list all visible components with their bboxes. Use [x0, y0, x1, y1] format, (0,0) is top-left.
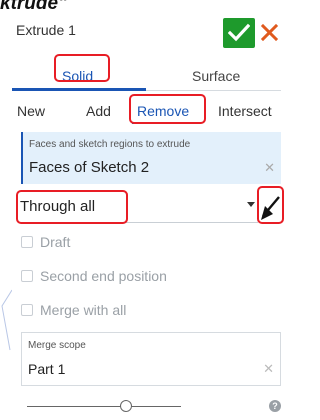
draft-label: Draft	[40, 234, 71, 250]
slider-track[interactable]	[27, 406, 181, 407]
close-icon[interactable]: ✕	[264, 160, 275, 176]
operation-intersect[interactable]: Intersect	[218, 103, 272, 119]
close-icon[interactable]: ✕	[263, 361, 274, 377]
faces-selection-field[interactable]: Faces and sketch regions to extrude Face…	[21, 132, 281, 184]
background-sketch-decoration	[0, 286, 13, 358]
cancel-button[interactable]	[259, 20, 281, 44]
slider-thumb[interactable]	[120, 400, 132, 412]
operation-type-row: New Add Remove Intersect	[12, 96, 281, 124]
active-operation-indicator	[132, 122, 200, 124]
merge-scope-value: Part 1	[28, 361, 66, 377]
second-end-checkbox[interactable]	[21, 270, 33, 282]
tab-solid[interactable]: Solid	[62, 68, 93, 84]
flip-direction-button[interactable]	[259, 192, 281, 222]
footer-row: ?	[21, 396, 281, 420]
merge-all-checkbox[interactable]	[21, 304, 33, 316]
extrude-feature-panel: Extrude 1 Solid Surface New Add Remove I…	[12, 12, 284, 412]
operation-remove[interactable]: Remove	[137, 103, 189, 119]
feature-header: Extrude 1	[12, 12, 281, 48]
second-end-option[interactable]: Second end position	[21, 266, 281, 288]
draft-option[interactable]: Draft	[21, 232, 281, 254]
second-end-label: Second end position	[40, 268, 167, 284]
end-type-select[interactable]: Through all	[18, 192, 258, 223]
merge-all-option[interactable]: Merge with all	[21, 300, 281, 322]
feature-title: Extrude 1	[16, 22, 76, 38]
faces-field-value: Faces of Sketch 2	[29, 159, 150, 176]
close-icon	[260, 23, 279, 42]
faces-field-label: Faces and sketch regions to extrude	[29, 139, 191, 150]
end-type-row: Through all	[12, 192, 281, 224]
active-tab-indicator	[12, 88, 146, 91]
operation-add[interactable]: Add	[86, 103, 111, 119]
check-icon	[228, 23, 250, 42]
draft-checkbox[interactable]	[21, 236, 33, 248]
body-type-tabs: Solid Surface	[12, 60, 281, 91]
help-icon[interactable]: ?	[269, 400, 281, 412]
chevron-down-icon	[247, 202, 255, 207]
flip-direction-icon	[261, 196, 280, 220]
tab-surface[interactable]: Surface	[192, 68, 240, 84]
merge-scope-label: Merge scope	[28, 340, 86, 351]
merge-all-label: Merge with all	[40, 302, 127, 318]
end-type-value: Through all	[20, 198, 96, 215]
operation-new[interactable]: New	[17, 103, 45, 119]
accept-button[interactable]	[223, 18, 255, 48]
merge-scope-field[interactable]: Merge scope Part 1 ✕	[21, 332, 281, 386]
